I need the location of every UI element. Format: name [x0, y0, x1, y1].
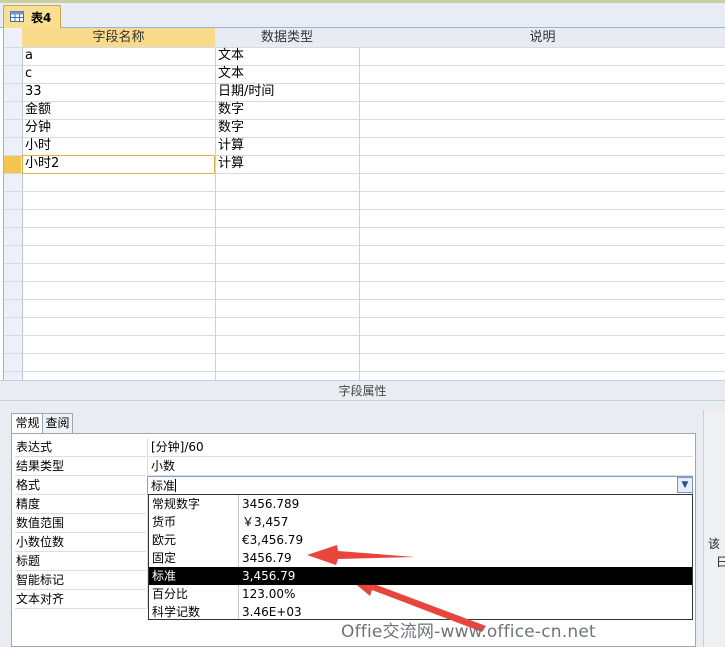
- document-tab-table4[interactable]: 表4: [3, 5, 61, 29]
- data-type-cell[interactable]: 日期/时间: [218, 83, 356, 100]
- help-text: 日: [716, 555, 725, 569]
- column-header-data-type[interactable]: 数据类型: [215, 28, 360, 48]
- format-option-sample: 3456.789: [242, 497, 300, 511]
- property-label[interactable]: 结果类型: [15, 457, 146, 476]
- help-panel: [703, 410, 725, 647]
- format-option-name: 常规数字: [152, 497, 201, 511]
- data-type-cell[interactable]: 数字: [218, 119, 356, 136]
- tab-lookup[interactable]: 查阅: [42, 413, 73, 434]
- field-name-cell[interactable]: 33: [25, 83, 213, 100]
- format-option[interactable]: 货币 ￥3,457: [149, 513, 692, 531]
- text-caret: [175, 479, 177, 492]
- format-dropdown-button[interactable]: ▼: [677, 477, 693, 493]
- chevron-down-icon: ▼: [681, 480, 689, 490]
- format-option-name: 百分比: [152, 587, 189, 601]
- format-input-value: 标准: [151, 479, 176, 493]
- format-option-name: 欧元: [152, 533, 177, 547]
- field-name-cell[interactable]: 小时: [25, 137, 213, 154]
- format-option-name: 货币: [152, 515, 177, 529]
- format-input[interactable]: 标准: [147, 476, 693, 495]
- tab-general[interactable]: 常规: [11, 413, 44, 435]
- format-option-sample: €3,456.79: [242, 533, 304, 547]
- help-text: 该: [708, 537, 721, 551]
- property-label[interactable]: 数值范围: [15, 514, 146, 533]
- grid-row-line: [4, 245, 725, 246]
- property-label[interactable]: 智能标记: [15, 571, 146, 590]
- watermark: Offie交流网-www.office-cn.net: [341, 622, 596, 642]
- row-selector-column[interactable]: [4, 28, 23, 380]
- format-option-sample: 3,456.79: [242, 569, 296, 583]
- grid-row-line: [4, 317, 725, 318]
- format-option-name: 固定: [152, 551, 177, 565]
- field-name-cell[interactable]: 金额: [25, 101, 213, 118]
- ribbon-edge: [0, 0, 725, 3]
- grid-row-line: [4, 281, 725, 282]
- data-type-cell[interactable]: 文本: [218, 47, 356, 64]
- property-value[interactable]: 小数: [147, 457, 693, 476]
- property-value[interactable]: [分钟]/60: [147, 438, 693, 457]
- column-header-description[interactable]: 说明: [359, 28, 725, 48]
- property-label[interactable]: 文本对齐: [15, 590, 146, 609]
- property-label[interactable]: 小数位数: [15, 533, 146, 552]
- grid-column-line: [215, 47, 216, 380]
- format-dropdown-list[interactable]: 常规数字 3456.789 货币 ￥3,457 欧元 €3,456.79 固定 3456.79…: [148, 494, 693, 620]
- grid-row-line: [4, 299, 725, 300]
- table-icon: [10, 11, 24, 22]
- format-option-sample: ￥3,457: [242, 515, 289, 529]
- property-label[interactable]: 格式: [15, 476, 146, 495]
- format-option[interactable]: 百分比 123.00%: [149, 585, 692, 603]
- data-type-cell[interactable]: 计算: [218, 155, 356, 172]
- format-option-name: 科学记数: [152, 605, 201, 619]
- column-header-field-name[interactable]: 字段名称: [22, 28, 216, 48]
- current-row-indicator: [4, 156, 21, 173]
- grid-row-line: [4, 353, 725, 354]
- format-option-sample: 3456.79: [242, 551, 292, 565]
- field-name-cell[interactable]: c: [25, 65, 213, 82]
- field-name-cell[interactable]: a: [25, 47, 213, 64]
- data-type-cell[interactable]: 文本: [218, 65, 356, 82]
- format-option-sample: 3.46E+03: [242, 605, 302, 619]
- grid-row-line: [4, 209, 725, 210]
- property-label[interactable]: 标题: [15, 552, 146, 571]
- property-label[interactable]: 表达式: [15, 438, 146, 457]
- grid-row-line: [4, 371, 725, 372]
- property-label[interactable]: 精度: [15, 495, 146, 514]
- format-option-name: 标准: [152, 569, 177, 583]
- grid-row-line: [4, 227, 725, 228]
- document-tab-label: 表4: [31, 11, 52, 25]
- active-cell-outline: [22, 155, 215, 174]
- table-design-grid[interactable]: 字段名称 数据类型 说明 a 文本 c 文本 33 日期/时间 金额 数字 分钟 数字 小时 计算 小时…: [3, 28, 725, 380]
- format-option[interactable]: 标准 3,456.79: [149, 567, 692, 585]
- grid-row-line: [4, 191, 725, 192]
- format-option[interactable]: 欧元 €3,456.79: [149, 531, 692, 549]
- field-name-cell[interactable]: 分钟: [25, 119, 213, 136]
- data-type-cell[interactable]: 计算: [218, 137, 356, 154]
- format-option[interactable]: 固定 3456.79: [149, 549, 692, 567]
- grid-row-line: [4, 263, 725, 264]
- field-properties-bar: 字段属性: [0, 380, 725, 401]
- grid-column-line: [359, 47, 360, 380]
- document-tab-strip: [0, 0, 725, 28]
- format-option[interactable]: 常规数字 3456.789: [149, 495, 692, 513]
- data-type-cell[interactable]: 数字: [218, 101, 356, 118]
- grid-row-line: [4, 335, 725, 336]
- format-option-sample: 123.00%: [242, 587, 296, 601]
